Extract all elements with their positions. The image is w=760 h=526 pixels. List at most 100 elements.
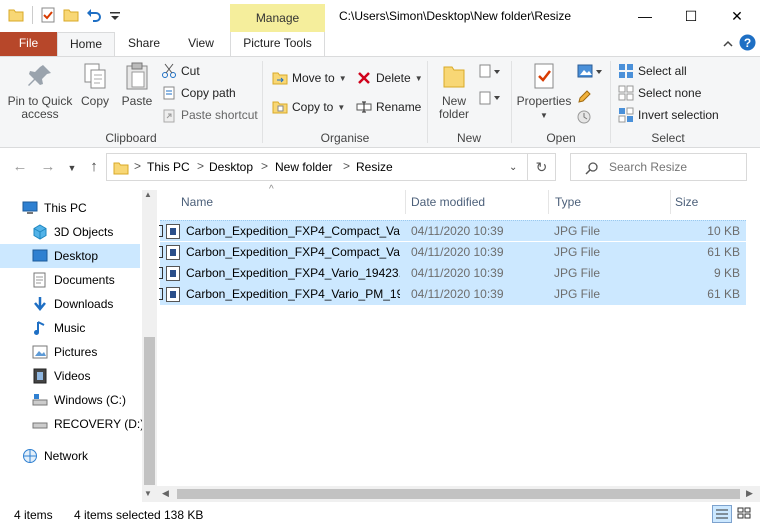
row-checkbox[interactable] — [159, 246, 163, 258]
tab-manage[interactable]: Manage — [230, 4, 325, 32]
nav-item-downloads[interactable]: Downloads — [0, 292, 140, 316]
invert-selection-button[interactable]: Invert selection — [618, 105, 719, 125]
refresh-button[interactable]: ↻ — [528, 153, 556, 181]
column-header-type[interactable]: Type — [555, 195, 581, 209]
copy-button[interactable]: Copy — [78, 61, 112, 108]
help-icon[interactable]: ? — [739, 34, 756, 51]
scroll-right-icon[interactable]: ▶ — [746, 488, 753, 499]
details-view-button[interactable] — [712, 505, 732, 523]
table-row[interactable]: Carbon_Expedition_FXP4_Vario_PM_19... 04… — [159, 284, 746, 305]
easy-access-icon[interactable] — [478, 89, 502, 107]
scroll-up-icon[interactable]: ▲ — [144, 190, 152, 199]
rename-button[interactable]: Rename — [356, 97, 421, 117]
tab-share[interactable]: Share — [118, 32, 170, 56]
breadcrumb-resize[interactable]: Resize — [356, 160, 393, 174]
arrow-left-icon: ← — [12, 158, 28, 175]
file-date: 04/11/2020 10:39 — [411, 245, 504, 259]
column-divider[interactable] — [405, 190, 406, 214]
divider — [32, 6, 33, 24]
back-button[interactable]: ← — [10, 158, 30, 175]
copy-to-button[interactable]: Copy to ▼ — [272, 97, 345, 117]
table-row[interactable]: Carbon_Expedition_FXP4_Vario_19423... 04… — [159, 263, 746, 284]
paste-shortcut-button[interactable]: Paste shortcut — [161, 105, 258, 125]
column-header-size[interactable]: Size — [675, 195, 698, 209]
nav-item-label: Pictures — [54, 345, 98, 359]
horizontal-scrollbar[interactable]: ◀ ▶ — [157, 486, 760, 502]
nav-pane-scrollbar[interactable]: ▲ ▼ — [142, 190, 157, 502]
select-all-button[interactable]: Select all — [618, 61, 687, 81]
scrollbar-thumb[interactable] — [177, 489, 740, 499]
row-checkbox[interactable] — [159, 288, 163, 300]
delete-button[interactable]: Delete ▼ — [356, 68, 423, 88]
nav-item-windows-c[interactable]: Windows (C:) — [0, 388, 140, 412]
properties-button[interactable]: Properties ▼ — [516, 61, 572, 122]
large-icons-view-button[interactable] — [735, 505, 755, 523]
documents-icon — [33, 272, 46, 288]
up-button[interactable]: ↑ — [84, 158, 104, 175]
undo-icon[interactable] — [86, 7, 102, 23]
move-to-button[interactable]: Move to ▼ — [272, 68, 347, 88]
nav-item-label: Network — [44, 449, 89, 463]
customize-toolbar-icon[interactable] — [107, 7, 123, 23]
scroll-left-icon[interactable]: ◀ — [162, 488, 169, 499]
jpg-file-icon — [166, 245, 180, 260]
properties-icon[interactable] — [40, 7, 56, 23]
nav-item-network[interactable]: Network — [0, 444, 140, 468]
copy-path-button[interactable]: Copy path — [161, 83, 236, 103]
column-divider[interactable] — [548, 190, 549, 214]
scrollbar-thumb[interactable] — [144, 337, 155, 485]
nav-item-this-pc[interactable]: This PC — [0, 196, 140, 220]
column-divider[interactable] — [670, 190, 671, 214]
music-icon — [34, 321, 45, 335]
row-checkbox[interactable] — [159, 225, 163, 237]
maximize-button[interactable]: ☐ — [668, 0, 714, 32]
copy-path-label: Copy path — [181, 86, 236, 100]
pin-to-quick-access-button[interactable]: Pin to Quick access — [4, 61, 76, 121]
breadcrumb-new-folder[interactable]: New folder — [275, 160, 332, 174]
select-none-button[interactable]: Select none — [618, 83, 701, 103]
column-header-date-modified[interactable]: Date modified — [411, 195, 485, 209]
tab-home[interactable]: Home — [57, 32, 115, 57]
tab-picture-tools[interactable]: Picture Tools — [230, 32, 325, 56]
new-folder-label-line1: New — [441, 94, 466, 108]
new-folder-icon[interactable] — [63, 7, 79, 23]
nav-item-music[interactable]: Music — [0, 316, 140, 340]
tab-view[interactable]: View — [176, 32, 226, 56]
nav-item-pictures[interactable]: Pictures — [0, 340, 140, 364]
minimize-button[interactable]: — — [622, 0, 668, 32]
nav-item-documents[interactable]: Documents — [0, 268, 140, 292]
paste-button[interactable]: Paste — [118, 61, 156, 108]
column-header-name[interactable]: Name — [181, 195, 213, 209]
forward-button[interactable]: → — [38, 158, 58, 175]
open-icon[interactable] — [576, 63, 604, 81]
recent-locations-button[interactable]: ▼ — [62, 163, 82, 173]
minimize-ribbon-icon[interactable] — [722, 38, 734, 50]
breadcrumb-separator: > — [261, 159, 269, 173]
file-date: 04/11/2020 10:39 — [411, 224, 504, 238]
file-size: 61 KB — [707, 287, 740, 301]
breadcrumb-desktop[interactable]: Desktop — [209, 160, 253, 174]
edit-icon[interactable] — [576, 89, 592, 105]
nav-item-3d-objects[interactable]: 3D Objects — [0, 220, 140, 244]
table-row[interactable]: Carbon_Expedition_FXP4_Compact_Va... 04/… — [159, 220, 746, 241]
address-dropdown-icon[interactable]: ⌄ — [509, 162, 517, 173]
nav-item-videos[interactable]: Videos — [0, 364, 140, 388]
scroll-down-icon[interactable]: ▼ — [144, 489, 152, 498]
file-type: JPG File — [554, 287, 601, 301]
close-button[interactable]: ✕ — [714, 0, 760, 32]
nav-item-recovery-d[interactable]: RECOVERY (D:) — [0, 412, 144, 436]
minimize-icon: — — [638, 8, 652, 24]
nav-item-desktop[interactable]: Desktop — [0, 244, 140, 268]
new-item-icon[interactable] — [478, 63, 502, 81]
tab-file[interactable]: File — [0, 32, 57, 56]
search-input[interactable] — [609, 160, 739, 174]
new-folder-button[interactable]: New folder — [433, 61, 475, 121]
history-icon[interactable] — [576, 109, 592, 125]
row-checkbox[interactable] — [159, 267, 163, 279]
address-bar[interactable]: > This PC > Desktop > New folder > Resiz… — [106, 153, 528, 181]
breadcrumb-this-pc[interactable]: This PC — [147, 160, 190, 174]
cut-button[interactable]: Cut — [161, 61, 200, 81]
table-row[interactable]: Carbon_Expedition_FXP4_Compact_Va... 04/… — [159, 242, 746, 263]
paste-shortcut-label: Paste shortcut — [181, 108, 258, 122]
search-box[interactable] — [570, 153, 747, 181]
